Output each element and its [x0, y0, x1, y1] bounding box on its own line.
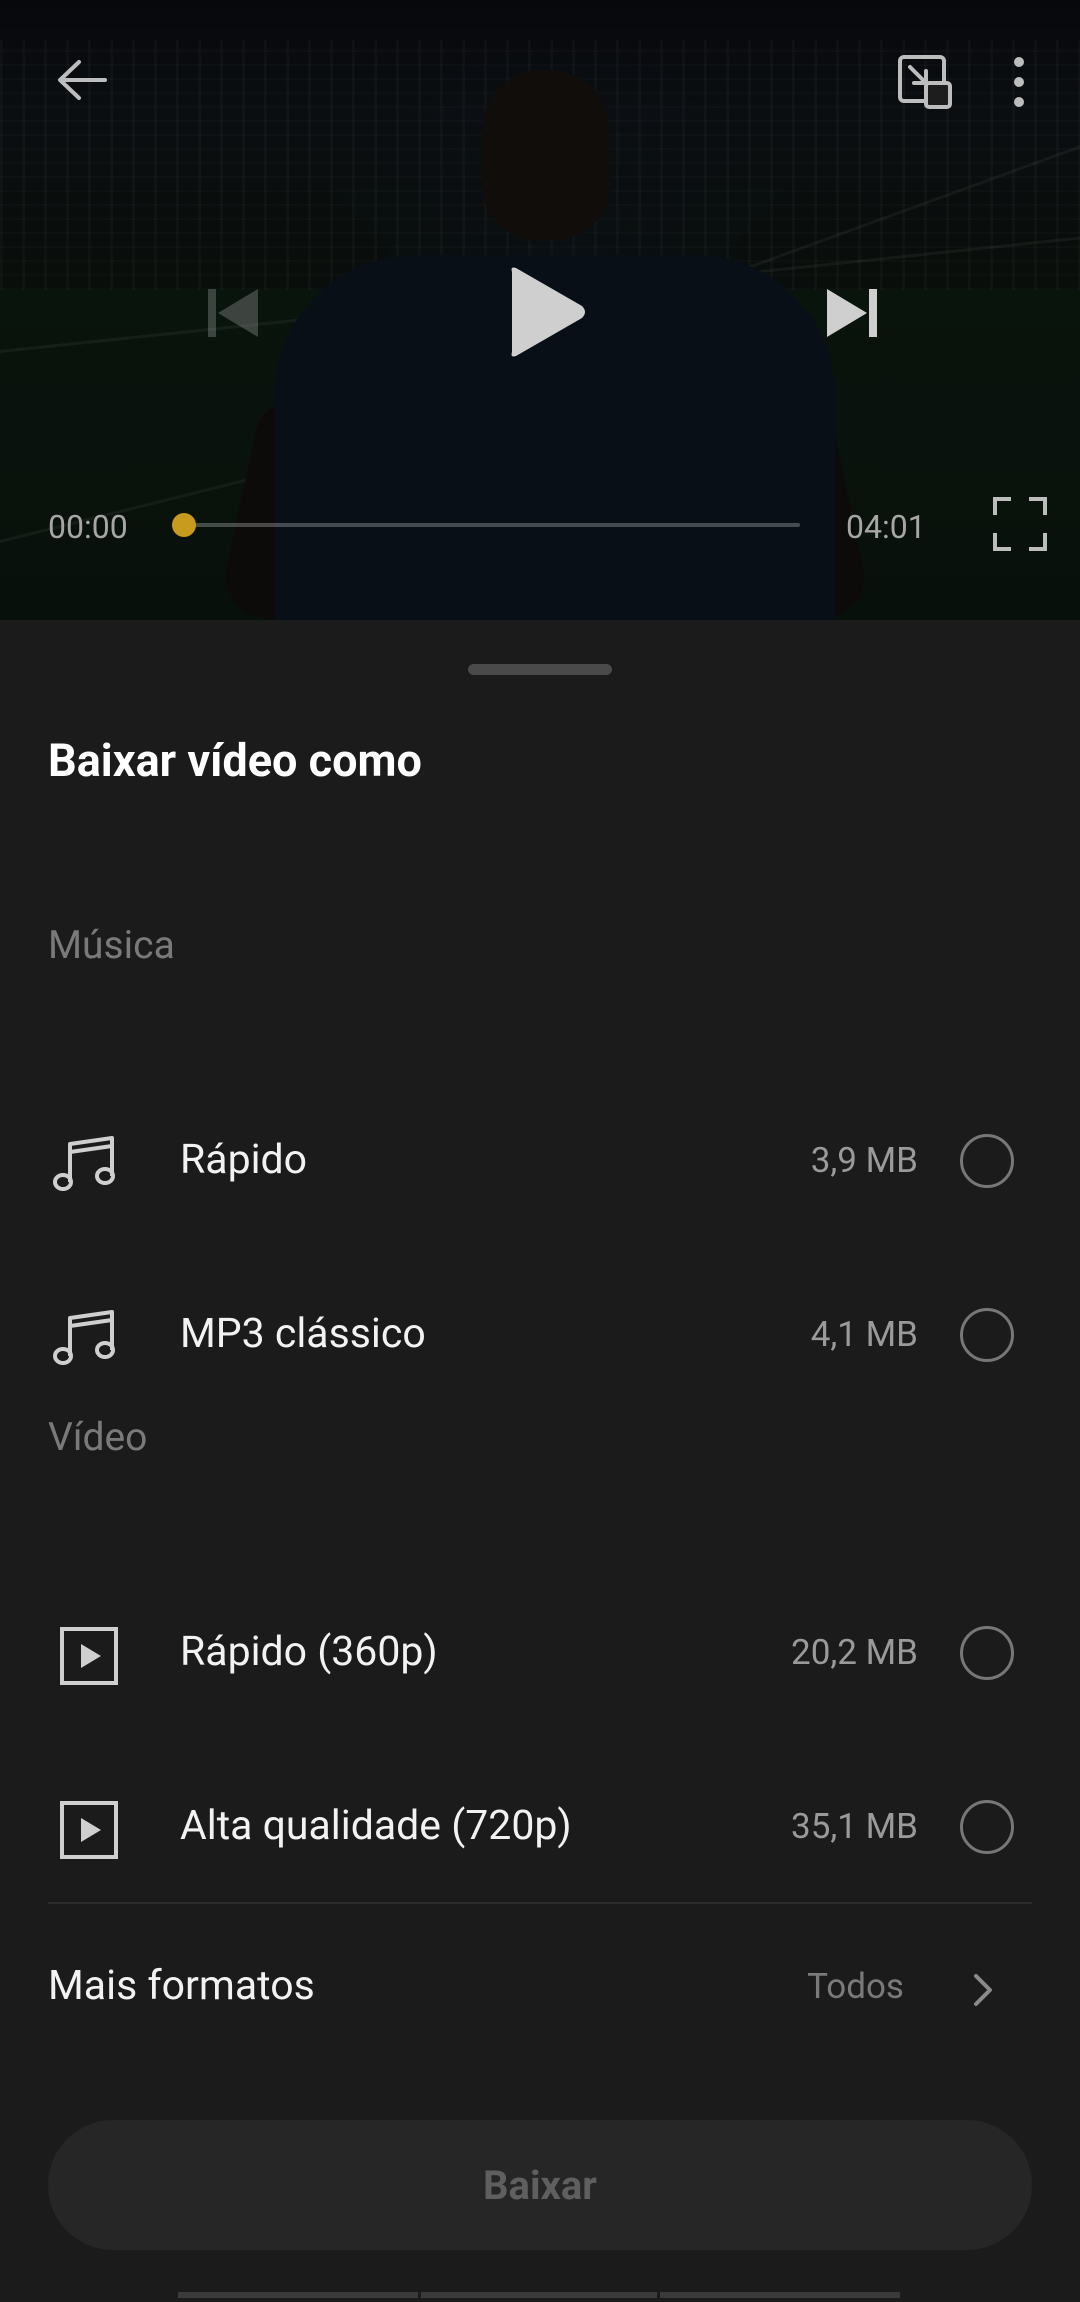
minimize-player-icon[interactable] [893, 50, 957, 114]
fullscreen-icon[interactable] [990, 494, 1050, 554]
skip-previous-icon[interactable] [198, 283, 268, 343]
nav-bar-segment [178, 2292, 418, 2298]
option-row-video-360p[interactable]: Rápido (360p) 20,2 MB [0, 1596, 1080, 1716]
more-formats-value: Todos [807, 1966, 904, 2007]
option-label: MP3 clássico [180, 1310, 426, 1358]
option-label: Rápido (360p) [180, 1628, 438, 1676]
time-total: 04:01 [846, 508, 926, 546]
sheet-drag-handle[interactable] [468, 664, 612, 675]
video-play-icon [50, 1626, 126, 1686]
video-play-icon [50, 1800, 126, 1860]
video-player[interactable]: 00:00 04:01 [0, 0, 1080, 620]
radio-button[interactable] [960, 1308, 1014, 1362]
option-label: Alta qualidade (720p) [180, 1802, 572, 1850]
option-label: Rápido [180, 1136, 308, 1184]
seek-bar[interactable] [184, 523, 800, 527]
nav-bar-segment [421, 2292, 657, 2298]
option-row-music-mp3[interactable]: MP3 clássico 4,1 MB [0, 1278, 1080, 1398]
section-label-video: Vídeo [48, 1414, 148, 1460]
music-note-icon [50, 1308, 126, 1368]
option-size: 35,1 MB [791, 1806, 918, 1847]
back-arrow-icon[interactable] [48, 50, 114, 110]
sheet-title: Baixar vídeo como [48, 734, 422, 787]
download-button[interactable]: Baixar [48, 2120, 1032, 2250]
chevron-right-icon [972, 1970, 996, 2010]
option-row-video-720p[interactable]: Alta qualidade (720p) 35,1 MB [0, 1770, 1080, 1890]
option-size: 20,2 MB [791, 1632, 918, 1673]
time-current: 00:00 [48, 508, 128, 546]
download-bottom-sheet: Baixar vídeo como Música Rápido 3,9 MB M… [0, 636, 1080, 2302]
section-label-music: Música [48, 922, 175, 968]
option-size: 3,9 MB [810, 1140, 918, 1181]
music-note-icon [50, 1134, 126, 1194]
play-icon[interactable] [497, 262, 593, 362]
more-formats-label: Mais formatos [48, 1962, 315, 2010]
seek-thumb[interactable] [172, 513, 196, 537]
option-size: 4,1 MB [810, 1314, 918, 1355]
nav-bar-segment [660, 2292, 900, 2298]
radio-button[interactable] [960, 1800, 1014, 1854]
divider [48, 1902, 1032, 1904]
more-vert-icon[interactable] [1004, 50, 1034, 114]
download-button-label: Baixar [483, 2161, 597, 2209]
more-formats-row[interactable]: Mais formatos Todos [0, 1936, 1080, 2046]
skip-next-icon[interactable] [817, 283, 887, 343]
option-row-music-fast[interactable]: Rápido 3,9 MB [0, 1104, 1080, 1224]
radio-button[interactable] [960, 1626, 1014, 1680]
radio-button[interactable] [960, 1134, 1014, 1188]
